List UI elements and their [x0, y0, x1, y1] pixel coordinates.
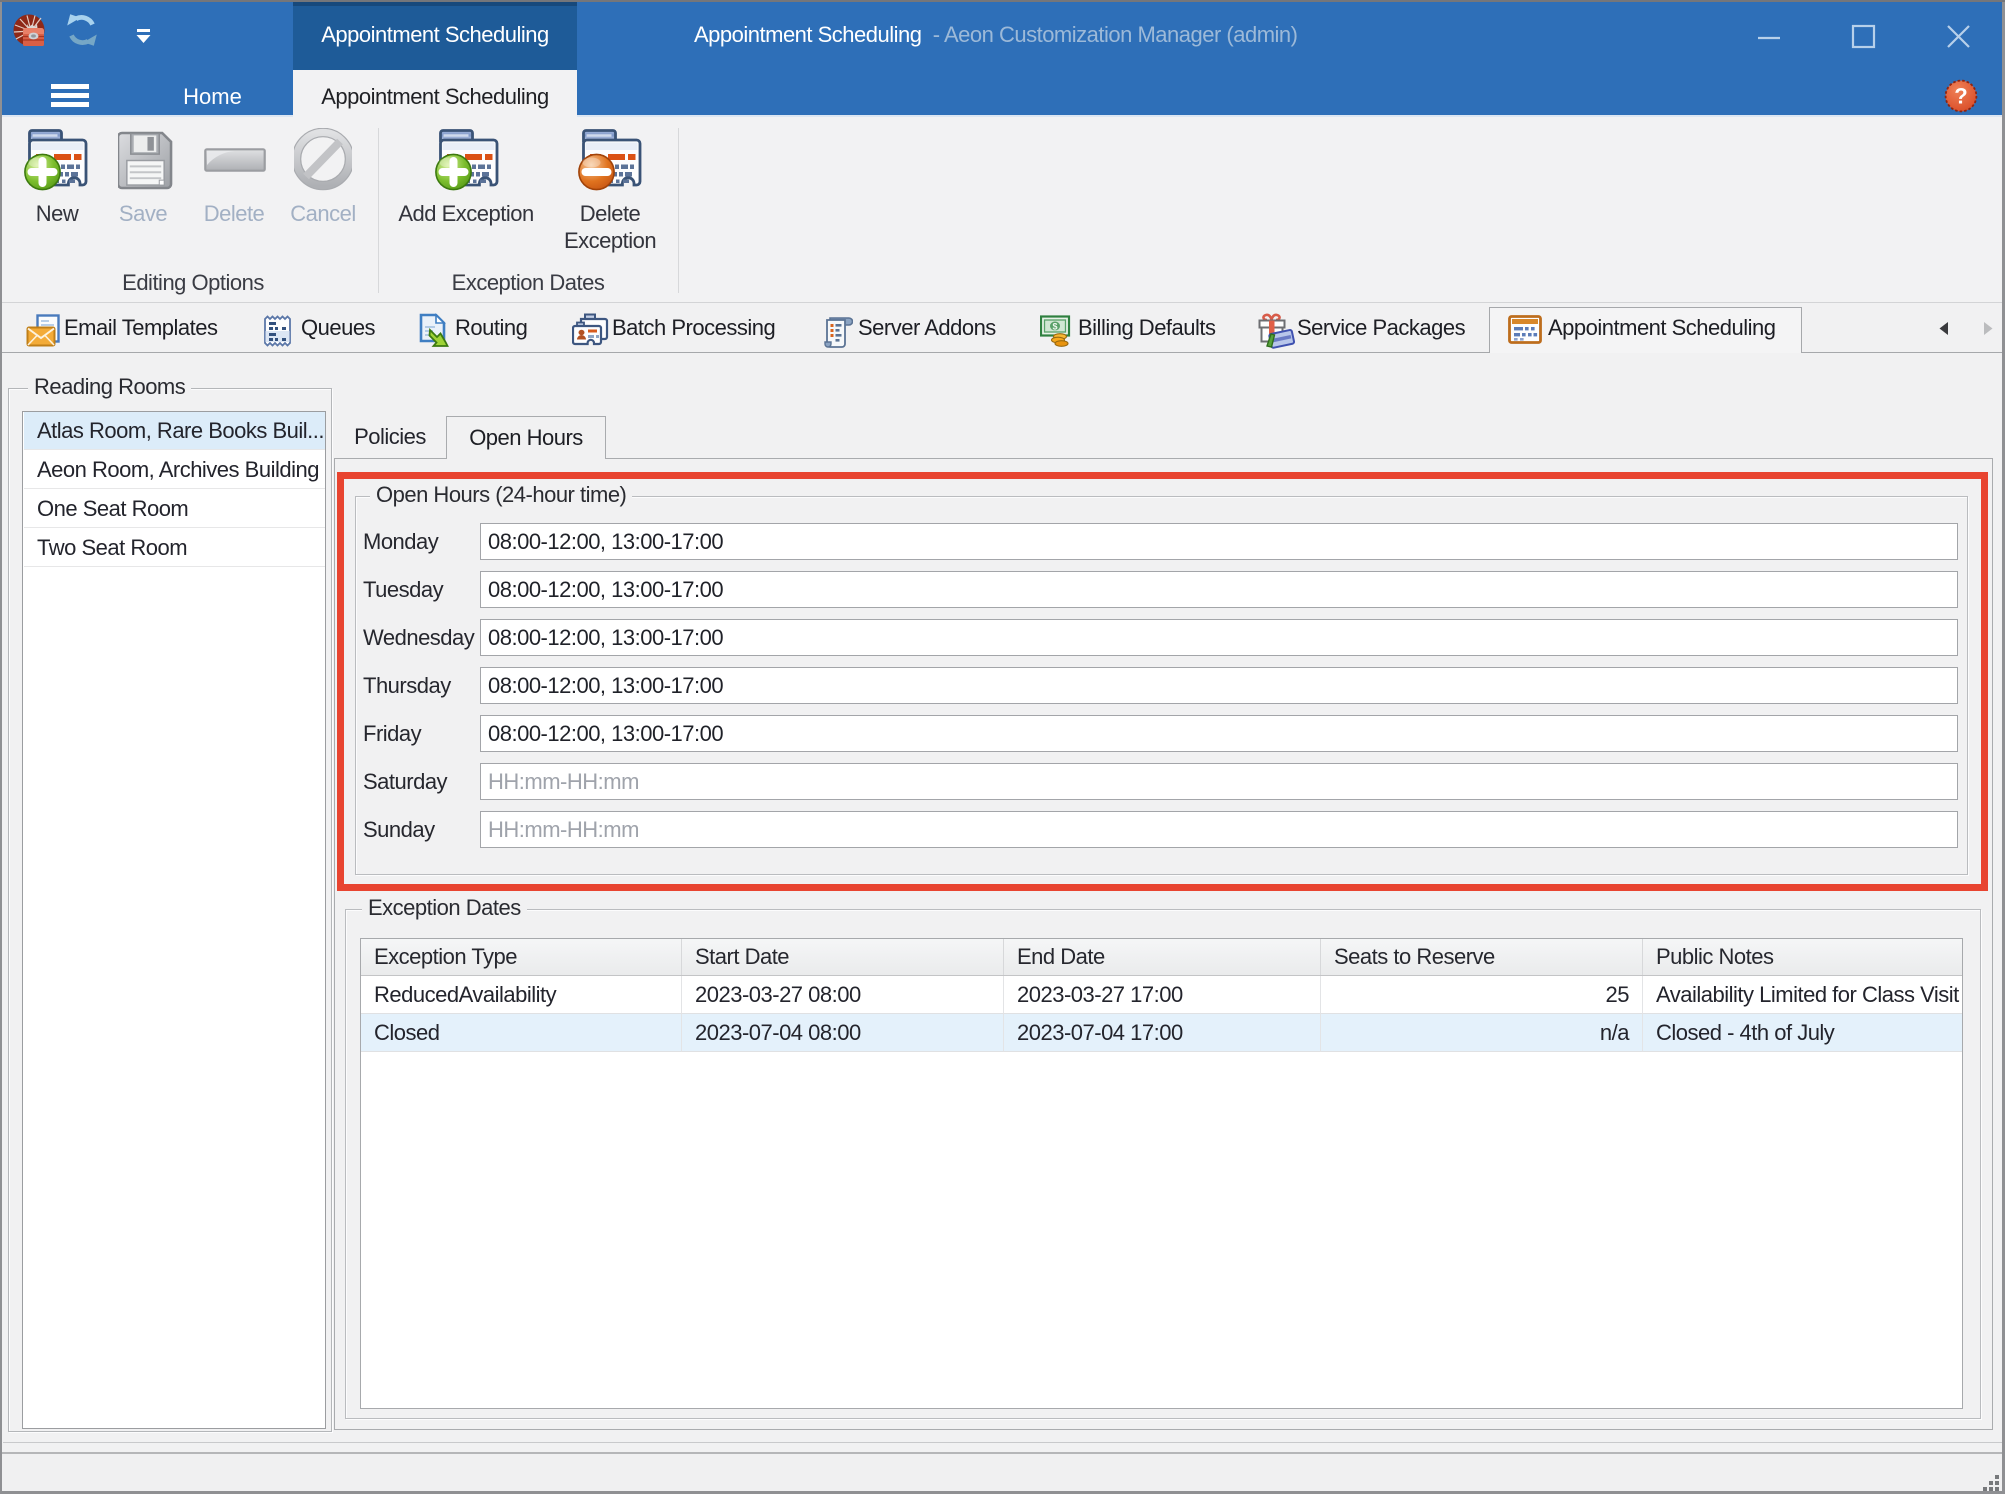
svg-text:$: $	[1052, 322, 1057, 332]
svg-text:?: ?	[1954, 84, 1967, 109]
